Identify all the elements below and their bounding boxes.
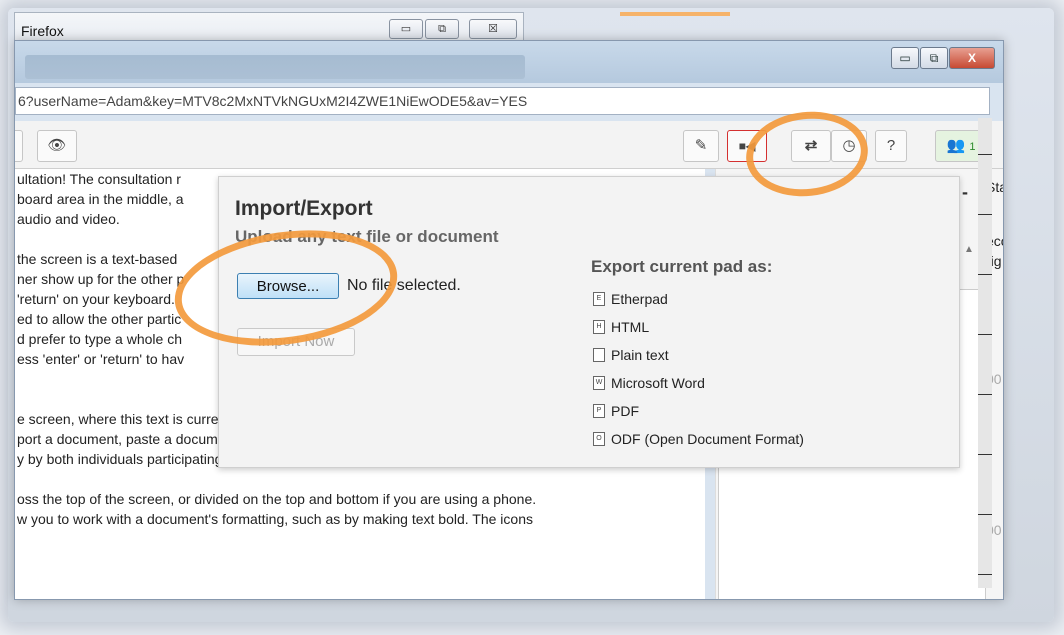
eye-icon[interactable]: 👁 bbox=[37, 130, 77, 162]
export-option[interactable]: Plain text bbox=[593, 341, 804, 369]
export-option[interactable]: O ODF (Open Document Format) bbox=[593, 425, 804, 453]
file-icon: E bbox=[593, 292, 605, 306]
export-option[interactable]: W Microsoft Word bbox=[593, 369, 804, 397]
document-line bbox=[15, 469, 705, 489]
titlebar: ▭ ⧉ X bbox=[15, 41, 1003, 83]
export-option[interactable]: P PDF bbox=[593, 397, 804, 425]
file-icon: O bbox=[593, 432, 605, 446]
export-option-label: Plain text bbox=[611, 347, 669, 363]
window-controls: ▭ ⧉ X bbox=[890, 47, 995, 69]
background-window-title: Firefox bbox=[21, 23, 64, 39]
bg-minimize-button[interactable]: ▭ bbox=[389, 19, 423, 39]
file-icon bbox=[593, 348, 605, 362]
background-window-controls: ▭ ⧉ ☒ bbox=[389, 19, 519, 39]
scroll-up-arrow[interactable]: ▲ bbox=[962, 244, 976, 264]
maximize-button[interactable]: ⧉ bbox=[920, 47, 948, 69]
toolbar-partial-button[interactable] bbox=[15, 130, 23, 162]
export-option-label: ODF (Open Document Format) bbox=[611, 431, 804, 447]
user-count: 1 bbox=[969, 141, 976, 153]
background-accent-bar bbox=[620, 12, 730, 16]
export-heading: Export current pad as: bbox=[591, 257, 773, 276]
export-option-label: HTML bbox=[611, 319, 650, 335]
url-bar[interactable]: 6?userName=Adam&key=MTV8c2MxNTVkNGUxM2I4… bbox=[15, 87, 990, 115]
blurred-tab[interactable] bbox=[25, 55, 525, 79]
export-option-label: Microsoft Word bbox=[611, 375, 705, 391]
minimize-button[interactable]: ▭ bbox=[891, 47, 919, 69]
right-edge-strip bbox=[978, 118, 992, 588]
export-option-label: Etherpad bbox=[611, 291, 668, 307]
pencil-icon[interactable]: ✎ bbox=[683, 130, 719, 162]
popup-title: Import/Export bbox=[235, 197, 373, 220]
document-line: oss the top of the screen, or divided on… bbox=[17, 491, 537, 507]
help-button[interactable]: ? bbox=[875, 130, 907, 162]
export-option[interactable]: H HTML bbox=[593, 313, 804, 341]
bg-maximize-button[interactable]: ⧉ bbox=[425, 19, 459, 39]
file-icon: W bbox=[593, 376, 605, 390]
export-option-label: PDF bbox=[611, 403, 639, 419]
file-icon: P bbox=[593, 404, 605, 418]
export-options: E Etherpad H HTML Plain text W Microsoft Word P… bbox=[593, 285, 804, 453]
export-option[interactable]: E Etherpad bbox=[593, 285, 804, 313]
close-button[interactable]: X bbox=[949, 47, 995, 69]
document-line: w you to work with a document's formatti… bbox=[17, 511, 533, 527]
collapse-button[interactable]: - bbox=[962, 182, 968, 203]
bg-close-button[interactable]: ☒ bbox=[469, 19, 517, 39]
users-icon: 👥 bbox=[946, 137, 966, 154]
file-icon: H bbox=[593, 320, 605, 334]
